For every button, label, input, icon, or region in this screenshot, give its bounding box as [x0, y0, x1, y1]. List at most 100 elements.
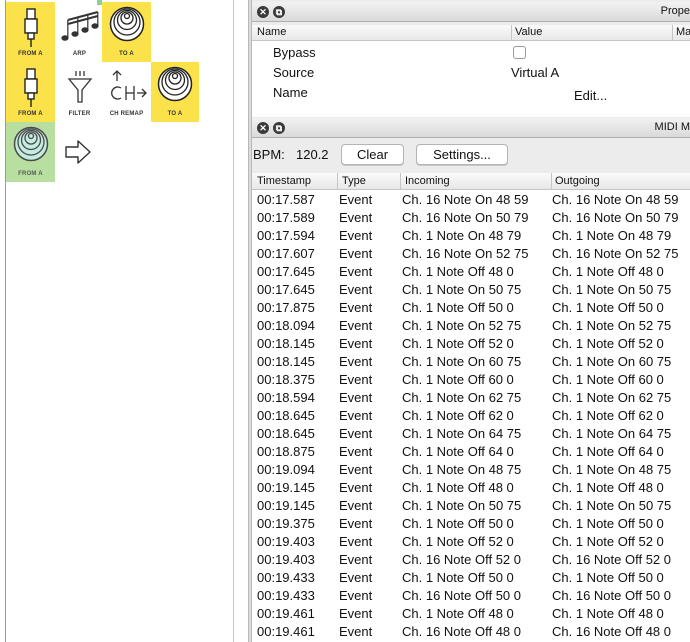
- prop-bypass-label: Bypass: [273, 45, 316, 60]
- table-row[interactable]: 00:17.589 Event Ch. 16 Note On 50 79 Ch. 16…: [252, 209, 690, 227]
- incoming-cell: Ch. 1 Note On 52 75: [402, 318, 522, 333]
- table-row[interactable]: 00:19.145 Event Ch. 1 Note On 50 75 Ch. 1 N…: [252, 497, 690, 515]
- column-extra[interactable]: Ma: [676, 26, 690, 38]
- table-row[interactable]: 00:19.375 Event Ch. 1 Note Off 50 0 Ch. 1 N…: [252, 515, 690, 533]
- node-label: FROM A: [18, 171, 43, 177]
- outgoing-cell: Ch. 1 Note Off 60 0: [552, 372, 664, 387]
- outgoing-cell: Ch. 1 Note On 50 75: [552, 282, 672, 297]
- timestamp-cell: 00:18.875: [257, 444, 315, 459]
- outgoing-cell: Ch. 1 Note Off 50 0: [552, 516, 664, 531]
- node-ch-remap[interactable]: CH REMAP: [102, 62, 151, 122]
- incoming-cell: Ch. 16 Note Off 50 0: [402, 588, 521, 603]
- node-arp[interactable]: ARP: [55, 2, 104, 62]
- filter-funnel-icon: [67, 71, 92, 103]
- incoming-cell: Ch. 16 Note On 48 59: [402, 192, 529, 207]
- table-row[interactable]: 00:17.645 Event Ch. 1 Note Off 48 0 Ch. 1 N…: [252, 263, 690, 281]
- table-row[interactable]: 00:17.875 Event Ch. 1 Note Off 50 0 Ch. 1 N…: [252, 299, 690, 317]
- midi-toolbar: BPM: 120.2 Clear Settings...: [252, 138, 690, 172]
- node-from-a-2[interactable]: FROM A: [6, 62, 55, 122]
- settings-button[interactable]: Settings...: [416, 144, 508, 165]
- column-divider[interactable]: [337, 173, 338, 190]
- table-row[interactable]: 00:18.645 Event Ch. 1 Note On 64 75 Ch. 1 N…: [252, 425, 690, 443]
- table-row[interactable]: 00:19.433 Event Ch. 16 Note Off 50 0 Ch. 16…: [252, 587, 690, 605]
- type-cell: Event: [339, 480, 373, 495]
- table-row[interactable]: 00:19.461 Event Ch. 1 Note Off 48 0 Ch. 1 N…: [252, 605, 690, 623]
- table-row[interactable]: 00:18.375 Event Ch. 1 Note Off 60 0 Ch. 1 N…: [252, 371, 690, 389]
- canvas-scrollbar[interactable]: [233, 0, 234, 642]
- outgoing-cell: Ch. 1 Note Off 48 0: [552, 480, 664, 495]
- outgoing-cell: Ch. 1 Note Off 48 0: [552, 264, 664, 279]
- column-divider[interactable]: [672, 25, 673, 41]
- table-row[interactable]: 00:18.645 Event Ch. 1 Note Off 62 0 Ch. 1 N…: [252, 407, 690, 425]
- table-row[interactable]: 00:19.145 Event Ch. 1 Note Off 48 0 Ch. 1 N…: [252, 479, 690, 497]
- timestamp-cell: 00:17.645: [257, 282, 315, 297]
- node-filter[interactable]: FILTER: [55, 62, 104, 122]
- speaker-rings-icon: [109, 6, 144, 42]
- table-row[interactable]: 00:19.094 Event Ch. 1 Note On 48 75 Ch. 1 N…: [252, 461, 690, 479]
- column-timestamp[interactable]: Timestamp: [257, 175, 311, 187]
- type-cell: Event: [339, 282, 373, 297]
- outgoing-cell: Ch. 1 Note On 48 75: [552, 462, 672, 477]
- type-cell: Event: [339, 372, 373, 387]
- table-row[interactable]: 00:17.607 Event Ch. 16 Note On 52 75 Ch. 16…: [252, 245, 690, 263]
- column-outgoing[interactable]: Outgoing: [555, 175, 600, 187]
- name-edit-button[interactable]: Edit...: [574, 88, 607, 103]
- node-label: TO A: [167, 111, 183, 117]
- incoming-cell: Ch. 1 Note Off 50 0: [402, 570, 514, 585]
- type-cell: Event: [339, 318, 373, 333]
- table-row[interactable]: 00:18.145 Event Ch. 1 Note On 60 75 Ch. 1 N…: [252, 353, 690, 371]
- type-cell: Event: [339, 210, 373, 225]
- outgoing-cell: Ch. 1 Note On 48 79: [552, 228, 672, 243]
- type-cell: Event: [339, 390, 373, 405]
- timestamp-cell: 00:19.433: [257, 588, 315, 603]
- table-row[interactable]: 00:17.587 Event Ch. 16 Note On 48 59 Ch. 16…: [252, 191, 690, 209]
- table-row[interactable]: 00:17.645 Event Ch. 1 Note On 50 75 Ch. 1 N…: [252, 281, 690, 299]
- timestamp-cell: 00:18.645: [257, 426, 315, 441]
- type-cell: Event: [339, 462, 373, 477]
- table-row[interactable]: 00:18.875 Event Ch. 1 Note Off 64 0 Ch. 1 N…: [252, 443, 690, 461]
- type-cell: Event: [339, 408, 373, 423]
- bypass-checkbox[interactable]: [513, 46, 526, 59]
- node-from-a-1[interactable]: FROM A: [6, 2, 55, 62]
- node-label: TO A: [119, 51, 134, 57]
- float-panel-icon[interactable]: ⧉: [273, 6, 285, 18]
- type-cell: Event: [339, 516, 373, 531]
- column-divider[interactable]: [400, 173, 401, 190]
- properties-panel-title: Prope: [660, 5, 690, 17]
- right-arrow-icon[interactable]: [64, 139, 92, 165]
- table-row[interactable]: 00:17.594 Event Ch. 1 Note On 48 79 Ch. 1 N…: [252, 227, 690, 245]
- column-divider[interactable]: [551, 173, 552, 190]
- type-cell: Event: [339, 426, 373, 441]
- outgoing-cell: Ch. 1 Note Off 52 0: [552, 534, 664, 549]
- table-row[interactable]: 00:18.094 Event Ch. 1 Note On 52 75 Ch. 1 N…: [252, 317, 690, 335]
- speaker-rings-icon: [157, 66, 193, 102]
- column-incoming[interactable]: Incoming: [405, 175, 450, 187]
- type-cell: Event: [339, 534, 373, 549]
- table-row[interactable]: 00:19.403 Event Ch. 1 Note Off 52 0 Ch. 1 N…: [252, 533, 690, 551]
- column-name[interactable]: Name: [257, 26, 286, 38]
- node-from-a-3[interactable]: FROM A: [6, 122, 55, 182]
- source-value[interactable]: Virtual A: [511, 65, 559, 80]
- outgoing-cell: Ch. 1 Note Off 62 0: [552, 408, 664, 423]
- table-row[interactable]: 00:19.433 Event Ch. 1 Note Off 50 0 Ch. 1 N…: [252, 569, 690, 587]
- outgoing-cell: Ch. 1 Note On 52 75: [552, 318, 672, 333]
- float-panel-icon[interactable]: ⧉: [273, 122, 285, 134]
- clear-button[interactable]: Clear: [341, 144, 404, 165]
- outgoing-cell: Ch. 1 Note On 64 75: [552, 426, 672, 441]
- patch-canvas[interactable]: FROM A ARP TO A FROM A FILTER CH REMAP T…: [0, 0, 248, 642]
- node-to-a-1[interactable]: TO A: [102, 2, 151, 62]
- table-row[interactable]: 00:19.403 Event Ch. 16 Note Off 52 0 Ch. 16…: [252, 551, 690, 569]
- column-value[interactable]: Value: [515, 26, 542, 38]
- close-icon[interactable]: ✕: [257, 6, 269, 18]
- table-row[interactable]: 00:18.594 Event Ch. 1 Note On 62 75 Ch. 1 N…: [252, 389, 690, 407]
- node-label: FROM A: [18, 111, 43, 117]
- node-to-a-2[interactable]: TO A: [151, 62, 199, 122]
- table-row[interactable]: 00:18.145 Event Ch. 1 Note Off 52 0 Ch. 1 N…: [252, 335, 690, 353]
- column-divider[interactable]: [511, 25, 512, 41]
- close-icon[interactable]: ✕: [257, 122, 269, 134]
- midi-event-table[interactable]: Timestamp Type Incoming Outgoing 00:17.5…: [252, 173, 690, 642]
- outgoing-cell: Ch. 16 Note Off 48 0: [552, 624, 671, 639]
- table-row[interactable]: 00:19.461 Event Ch. 16 Note Off 48 0 Ch. 16…: [252, 623, 690, 641]
- timestamp-cell: 00:17.594: [257, 228, 315, 243]
- column-type[interactable]: Type: [342, 175, 366, 187]
